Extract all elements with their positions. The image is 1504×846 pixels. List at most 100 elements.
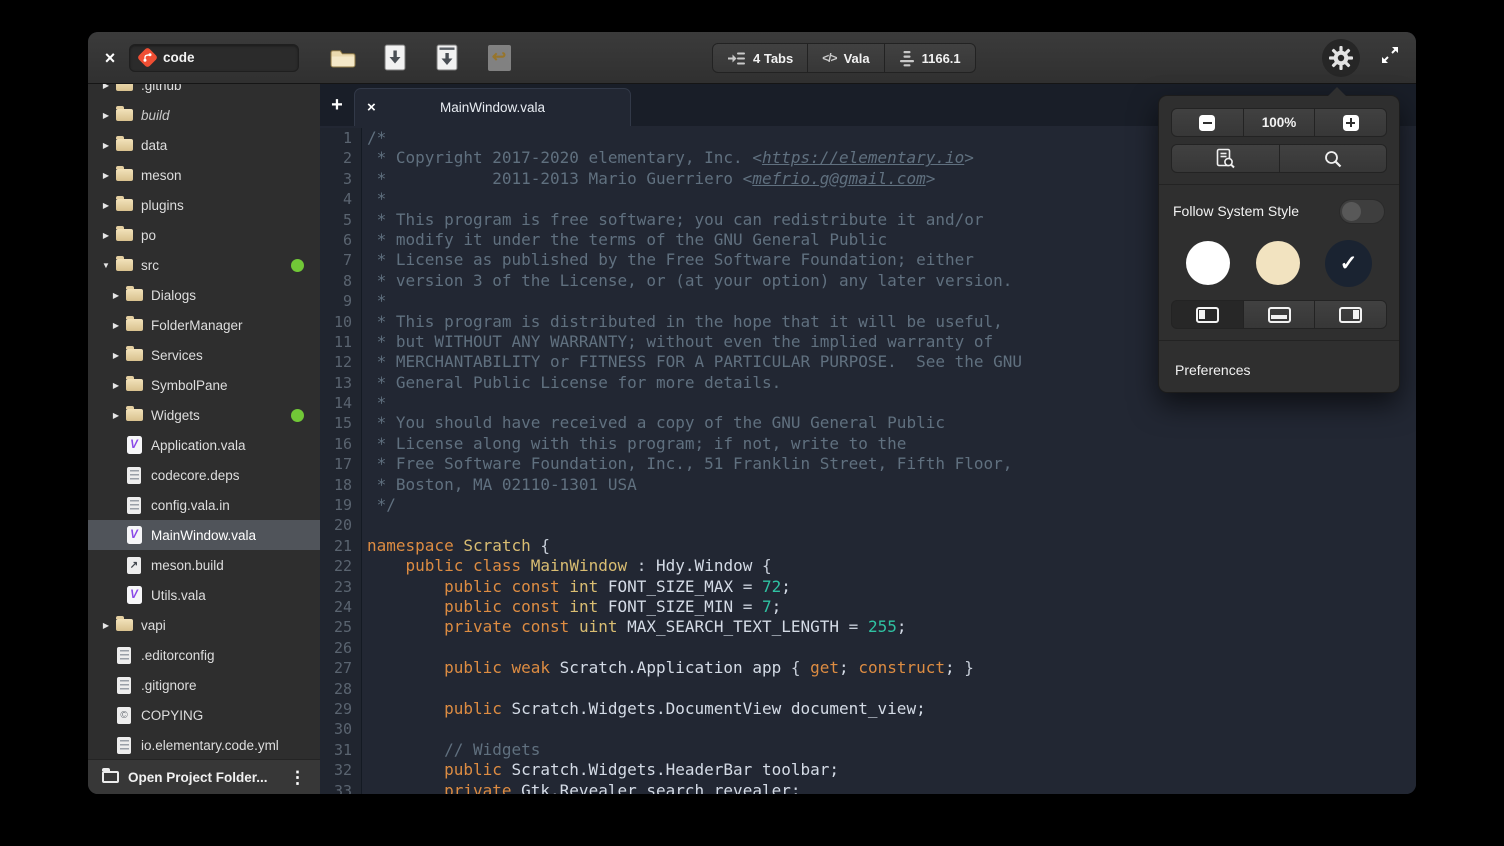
language-button[interactable]: </> Vala: [807, 43, 884, 73]
new-tab-button[interactable]: +: [320, 84, 354, 126]
tree-item-label: meson: [141, 168, 182, 183]
save-as-document-icon[interactable]: [432, 43, 462, 73]
code-line[interactable]: 19 */: [320, 495, 1416, 515]
expand-arrow-icon[interactable]: ▶: [108, 291, 124, 300]
tree-item--github[interactable]: ▶.github: [88, 84, 320, 100]
code-line[interactable]: 24 public const int FONT_SIZE_MIN = 7;: [320, 597, 1416, 617]
tree-item-po[interactable]: ▶po: [88, 220, 320, 250]
line-number: 13: [320, 373, 362, 393]
tab-overview-button[interactable]: 4 Tabs: [712, 43, 808, 73]
tree-item-widgets[interactable]: ▶Widgets: [88, 400, 320, 430]
code-line[interactable]: 25 private const uint MAX_SEARCH_TEXT_LE…: [320, 617, 1416, 637]
tree-item-label: .gitignore: [141, 678, 197, 693]
tree-item-application-vala[interactable]: VApplication.vala: [88, 430, 320, 460]
code-line[interactable]: 33 private Gtk.Revealer search_revealer;: [320, 781, 1416, 795]
expand-arrow-icon[interactable]: ▶: [108, 381, 124, 390]
code-line[interactable]: 15 * You should have received a copy of …: [320, 413, 1416, 433]
layout-bottom-panel-button[interactable]: [1243, 300, 1316, 329]
modified-badge: [291, 409, 304, 422]
tree-item-io-elementary-code-yml[interactable]: io.elementary.code.yml: [88, 730, 320, 760]
style-dark-button[interactable]: ✓: [1325, 240, 1372, 287]
fullscreen-button[interactable]: [1380, 45, 1400, 70]
expand-arrow-icon[interactable]: ▶: [98, 171, 114, 180]
tree-item-config-vala-in[interactable]: config.vala.in: [88, 490, 320, 520]
style-sepia-button[interactable]: [1256, 241, 1300, 285]
code-line[interactable]: 26: [320, 638, 1416, 658]
tree-item-services[interactable]: ▶ Services: [88, 340, 320, 370]
window-close-icon[interactable]: ×: [101, 49, 119, 67]
code-line[interactable]: 14 *: [320, 393, 1416, 413]
code-line[interactable]: 30: [320, 719, 1416, 739]
tree-item--gitignore[interactable]: .gitignore: [88, 670, 320, 700]
tree-item-label: io.elementary.code.yml: [141, 738, 279, 753]
code-line[interactable]: 29 public Scratch.Widgets.DocumentView d…: [320, 699, 1416, 719]
tree-item-data[interactable]: ▶data: [88, 130, 320, 160]
style-light-button[interactable]: [1186, 241, 1230, 285]
expand-arrow-icon[interactable]: ▶: [98, 111, 114, 120]
expand-arrow-icon[interactable]: ▶: [98, 141, 114, 150]
folder-icon: [124, 319, 144, 331]
tree-item-src[interactable]: ▼src: [88, 250, 320, 280]
overflow-menu-icon[interactable]: ⋮: [285, 769, 310, 786]
tree-item-meson[interactable]: ▶ meson: [88, 160, 320, 190]
preferences-menu-item[interactable]: Preferences: [1171, 352, 1387, 392]
goto-line-button[interactable]: 1166.1: [884, 43, 976, 73]
expand-arrow-icon[interactable]: ▶: [108, 351, 124, 360]
expand-arrow-icon[interactable]: ▶: [98, 201, 114, 210]
open-project-folder-button[interactable]: Open Project Folder... ⋮: [88, 759, 320, 794]
tree-item-vapi[interactable]: ▶vapi: [88, 610, 320, 640]
line-number: 23: [320, 577, 362, 597]
zoom-level[interactable]: 100%: [1243, 108, 1316, 137]
tree-item-foldermanager[interactable]: ▶FolderManager: [88, 310, 320, 340]
expand-arrow-icon[interactable]: ▶: [98, 621, 114, 630]
tree-item-label: Services: [151, 348, 203, 363]
tab-mainwindow-vala[interactable]: × MainWindow.vala: [354, 88, 631, 126]
zoom-out-button[interactable]: [1171, 108, 1244, 137]
find-button[interactable]: [1279, 144, 1388, 173]
code-text: public const int FONT_SIZE_MAX = 72;: [362, 577, 791, 597]
layout-sidebar-right-button[interactable]: [1314, 300, 1387, 329]
expand-arrow-icon[interactable]: ▶: [98, 231, 114, 240]
follow-system-style-toggle[interactable]: [1339, 199, 1385, 224]
code-line[interactable]: 28: [320, 679, 1416, 699]
settings-menu-button[interactable]: [1322, 39, 1360, 77]
collapse-arrow-icon[interactable]: ▼: [98, 261, 114, 270]
save-document-icon[interactable]: [380, 43, 410, 73]
find-in-files-button[interactable]: [1171, 144, 1280, 173]
license-file-icon: ©: [114, 707, 134, 724]
code-line[interactable]: 32 public Scratch.Widgets.HeaderBar tool…: [320, 760, 1416, 780]
folder-icon: [114, 229, 134, 241]
tree-item-copying[interactable]: ©COPYING: [88, 700, 320, 730]
tree-item-plugins[interactable]: ▶plugins: [88, 190, 320, 220]
follow-system-style-label: Follow System Style: [1173, 203, 1299, 219]
tree-item-label: config.vala.in: [151, 498, 230, 513]
project-chooser-button[interactable]: code: [129, 44, 299, 72]
code-line[interactable]: 23 public const int FONT_SIZE_MAX = 72;: [320, 577, 1416, 597]
tree-item-symbolpane[interactable]: ▶SymbolPane: [88, 370, 320, 400]
expand-arrow-icon[interactable]: ▶: [98, 84, 114, 90]
zoom-in-button[interactable]: [1314, 108, 1387, 137]
text-file-icon: [124, 497, 144, 514]
tree-item-utils-vala[interactable]: VUtils.vala: [88, 580, 320, 610]
code-line[interactable]: 31 // Widgets: [320, 740, 1416, 760]
tree-item-dialogs[interactable]: ▶Dialogs: [88, 280, 320, 310]
tree-item-mainwindow-vala[interactable]: VMainWindow.vala: [88, 520, 320, 550]
tree-item-meson-build[interactable]: ↗meson.build: [88, 550, 320, 580]
code-line[interactable]: 20: [320, 515, 1416, 535]
expand-arrow-icon[interactable]: ▶: [108, 321, 124, 330]
code-line[interactable]: 27 public weak Scratch.Application app {…: [320, 658, 1416, 678]
code-text: public Scratch.Widgets.HeaderBar toolbar…: [362, 760, 839, 780]
code-line[interactable]: 17 * Free Software Foundation, Inc., 51 …: [320, 454, 1416, 474]
code-line[interactable]: 18 * Boston, MA 02110-1301 USA: [320, 475, 1416, 495]
code-line[interactable]: 16 * License along with this program; if…: [320, 434, 1416, 454]
tree-item--editorconfig[interactable]: .editorconfig: [88, 640, 320, 670]
layout-sidebar-left-button[interactable]: [1171, 300, 1244, 329]
code-line[interactable]: 21namespace Scratch {: [320, 536, 1416, 556]
tree-item-codecore-deps[interactable]: codecore.deps: [88, 460, 320, 490]
code-line[interactable]: 22 public class MainWindow : Hdy.Window …: [320, 556, 1416, 576]
tab-close-icon[interactable]: ×: [367, 99, 383, 116]
open-folder-icon[interactable]: [328, 43, 358, 73]
tree-item-build[interactable]: ▶build: [88, 100, 320, 130]
vala-file-icon: V: [124, 526, 144, 544]
expand-arrow-icon[interactable]: ▶: [108, 411, 124, 420]
